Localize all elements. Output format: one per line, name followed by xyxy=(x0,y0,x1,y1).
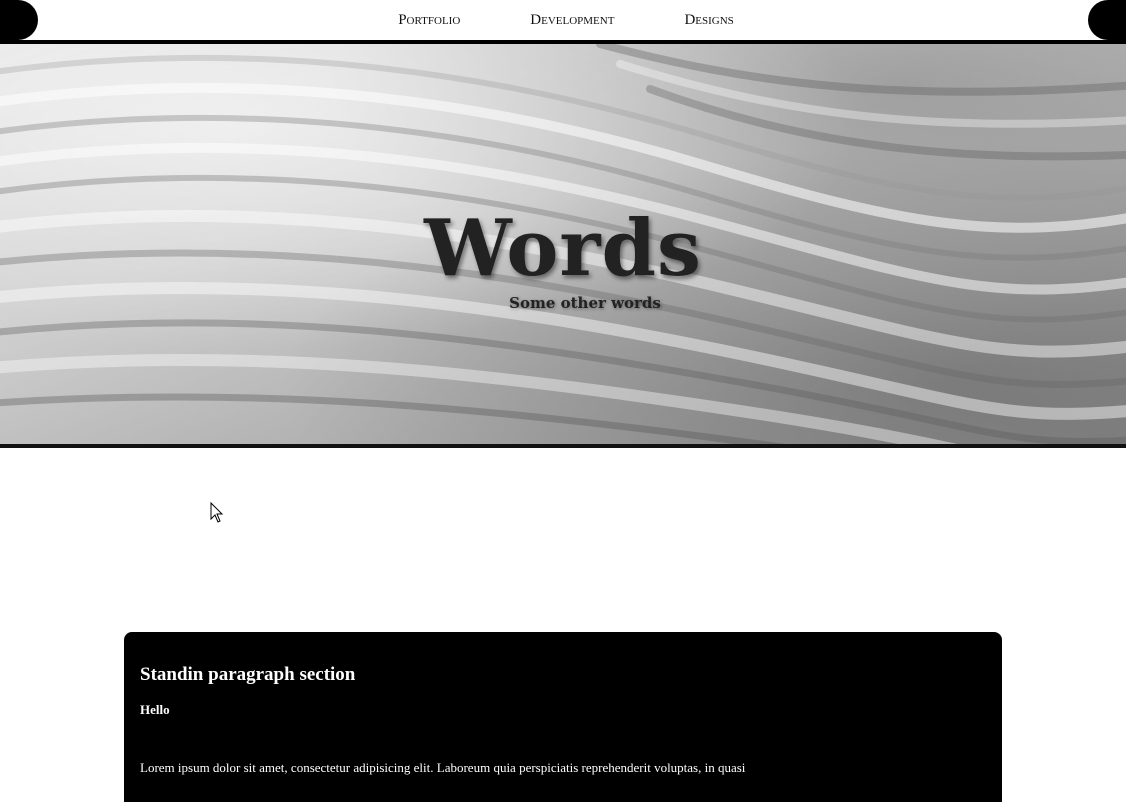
nav-link-development[interactable]: Development xyxy=(524,12,614,29)
section-heading: Standin paragraph section xyxy=(140,664,356,685)
section-subheading: Hello xyxy=(140,702,170,717)
hero-banner: Words Some other words xyxy=(0,44,1126,448)
arrow-cursor-icon xyxy=(210,501,224,528)
nav-link-designs[interactable]: Designs xyxy=(678,12,733,29)
section-paragraph: Lorem ipsum dolor sit amet, consectetur … xyxy=(140,760,746,775)
hero-subtitle: Some other words xyxy=(509,294,661,312)
hero-title: Words xyxy=(424,203,702,294)
nav-link-portfolio[interactable]: Portfolio xyxy=(392,12,460,29)
main-nav: Portfolio Development Designs xyxy=(0,0,1126,40)
paragraph-section-card: Standin paragraph section Hello Lorem ip… xyxy=(124,632,1002,802)
top-navigation-bar: Portfolio Development Designs xyxy=(0,0,1126,44)
